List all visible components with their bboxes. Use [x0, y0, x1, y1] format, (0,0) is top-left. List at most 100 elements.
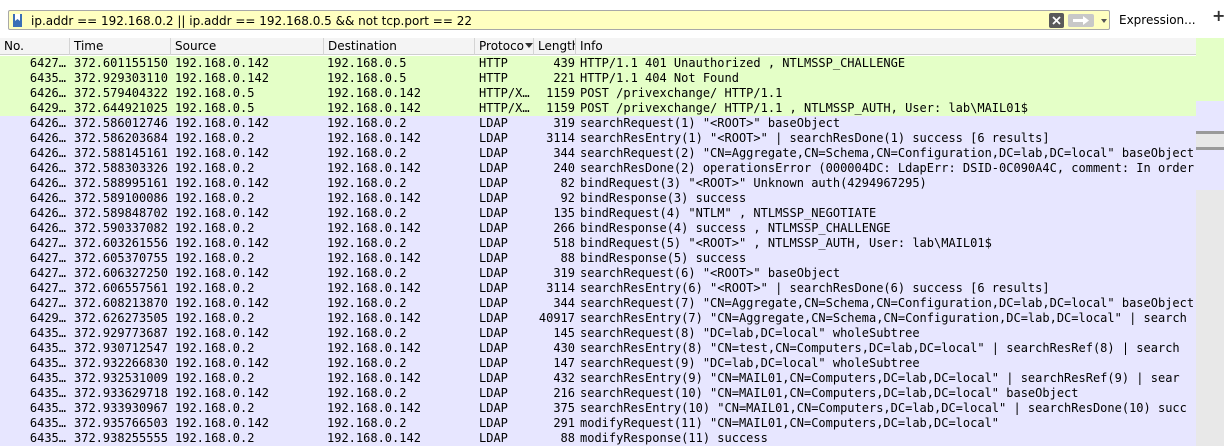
minimap-ldap-band — [1196, 101, 1224, 131]
packet-cell-no: 6435… — [29, 341, 66, 355]
packet-cell-info: searchResEntry(7) "CN=Aggregate,CN=Schem… — [580, 311, 1187, 325]
packet-row[interactable]: 6435… 372.938255555 192.168.0.2 192.168.0.1… — [0, 431, 1196, 446]
packet-cell-len: 1159 — [546, 86, 575, 100]
packet-row[interactable]: 6426… 372.588145161 192.168.0.142 192.168.0… — [0, 146, 1196, 161]
packet-cell-len: 216 — [553, 386, 575, 400]
packet-cell-len: 344 — [553, 296, 575, 310]
column-header-protocol[interactable]: Protoco — [475, 38, 534, 55]
packet-cell-info: bindResponse(4) success , NTLMSSP_CHALLE… — [580, 221, 891, 235]
packet-cell-time: 372.644921025 — [74, 101, 168, 115]
packet-cell-time: 372.605370755 — [74, 251, 168, 265]
expression-button[interactable]: Expression... — [1119, 13, 1196, 27]
packet-cell-time: 372.938255555 — [74, 431, 168, 445]
column-header-destination[interactable]: Destination — [324, 38, 475, 55]
packet-row[interactable]: 6435… 372.933629718 192.168.0.142 192.168.0… — [0, 386, 1196, 401]
packet-cell-src: 192.168.0.142 — [175, 266, 269, 280]
packet-row[interactable]: 6435… 372.929303110 192.168.0.142 192.168.0… — [0, 71, 1196, 86]
packet-cell-info: searchRequest(2) "CN=Aggregate,CN=Schema… — [580, 146, 1194, 160]
packet-cell-src: 192.168.0.142 — [175, 56, 269, 70]
clear-filter-button[interactable] — [1049, 13, 1064, 28]
packet-cell-no: 6427… — [29, 236, 66, 250]
packet-cell-no: 6427… — [29, 266, 66, 280]
packet-cell-len: 439 — [553, 56, 575, 70]
packet-cell-proto: HTTP/X… — [479, 86, 530, 100]
packet-cell-dst: 192.168.0.142 — [327, 101, 421, 115]
packet-row[interactable]: 6427… 372.608213870 192.168.0.142 192.168.0… — [0, 296, 1196, 311]
column-header-length[interactable]: Length — [534, 38, 576, 55]
packet-cell-no: 6429… — [29, 311, 66, 325]
packet-row[interactable]: 6429… 372.626273505 192.168.0.2 192.168.0.1… — [0, 311, 1196, 326]
packet-row[interactable]: 6435… 372.929773687 192.168.0.142 192.168.0… — [0, 326, 1196, 341]
packet-row[interactable]: 6426… 372.586012746 192.168.0.142 192.168.0… — [0, 116, 1196, 131]
packet-row[interactable]: 6427… 372.601155150 192.168.0.142 192.168.0… — [0, 56, 1196, 71]
packet-row[interactable]: 6427… 372.603261556 192.168.0.142 192.168.0… — [0, 236, 1196, 251]
minimap-http-band — [1196, 38, 1224, 101]
column-header-protocol-label: Protoco — [479, 39, 525, 53]
packet-row[interactable]: 6427… 372.606327250 192.168.0.142 192.168.0… — [0, 266, 1196, 281]
packet-list-minimap-scrollbar[interactable] — [1196, 38, 1224, 446]
packet-cell-time: 372.601155150 — [74, 56, 168, 70]
packet-row[interactable]: 6426… 372.589848702 192.168.0.142 192.168.0… — [0, 206, 1196, 221]
packet-cell-src: 192.168.0.142 — [175, 236, 269, 250]
packet-cell-dst: 192.168.0.142 — [327, 251, 421, 265]
packet-cell-no: 6427… — [29, 56, 66, 70]
packet-cell-dst: 192.168.0.2 — [327, 176, 407, 190]
packet-cell-no: 6435… — [29, 356, 66, 370]
packet-cell-len: 375 — [553, 401, 575, 415]
packet-row[interactable]: 6426… 372.579404322 192.168.0.5 192.168.0.1… — [0, 86, 1196, 101]
arrow-right-icon — [1073, 16, 1089, 25]
packet-row[interactable]: 6426… 372.588303326 192.168.0.2 192.168.0.1… — [0, 161, 1196, 176]
packet-cell-time: 372.929773687 — [74, 326, 168, 340]
packet-list: No. Time Source Destination Protoco Leng… — [0, 38, 1196, 446]
packet-cell-no: 6426… — [29, 146, 66, 160]
packet-cell-info: HTTP/1.1 401 Unauthorized , NTLMSSP_CHAL… — [580, 56, 906, 70]
packet-cell-info: bindRequest(5) "<ROOT>" , NTLMSSP_AUTH, … — [580, 236, 992, 250]
packet-row[interactable]: 6426… 372.589100086 192.168.0.2 192.168.0.1… — [0, 191, 1196, 206]
packet-row[interactable]: 6427… 372.605370755 192.168.0.2 192.168.0.1… — [0, 251, 1196, 266]
packet-cell-src: 192.168.0.142 — [175, 146, 269, 160]
packet-row[interactable]: 6435… 372.932266830 192.168.0.142 192.168.0… — [0, 356, 1196, 371]
packet-cell-dst: 192.168.0.2 — [327, 266, 407, 280]
packet-cell-src: 192.168.0.2 — [175, 401, 255, 415]
packet-cell-dst: 192.168.0.2 — [327, 296, 407, 310]
packet-cell-info: searchRequest(9) "DC=lab,DC=local" whole… — [580, 356, 920, 370]
packet-cell-proto: LDAP — [479, 296, 508, 310]
packet-list-header: No. Time Source Destination Protoco Leng… — [0, 38, 1196, 55]
packet-cell-dst: 192.168.0.142 — [327, 191, 421, 205]
packet-row[interactable]: 6429… 372.644921025 192.168.0.5 192.168.0.1… — [0, 101, 1196, 116]
packet-cell-proto: LDAP — [479, 326, 508, 340]
packet-row[interactable]: 6426… 372.588995161 192.168.0.142 192.168.0… — [0, 176, 1196, 191]
bookmark-icon[interactable] — [12, 14, 23, 27]
packet-row[interactable]: 6435… 372.932531009 192.168.0.2 192.168.0.1… — [0, 371, 1196, 386]
apply-filter-button[interactable] — [1068, 14, 1094, 27]
packet-row[interactable]: 6435… 372.933930967 192.168.0.2 192.168.0.1… — [0, 401, 1196, 416]
display-filter-input[interactable] — [31, 13, 1041, 29]
column-header-time[interactable]: Time — [70, 38, 171, 55]
packet-cell-time: 372.589848702 — [74, 206, 168, 220]
packet-cell-src: 192.168.0.142 — [175, 386, 269, 400]
packet-cell-src: 192.168.0.2 — [175, 161, 255, 175]
packet-cell-len: 266 — [553, 221, 575, 235]
packet-row[interactable]: 6426… 372.590337082 192.168.0.2 192.168.0.1… — [0, 221, 1196, 236]
column-header-no[interactable]: No. — [0, 38, 70, 55]
packet-cell-src: 192.168.0.142 — [175, 71, 269, 85]
display-filter-field[interactable] — [8, 10, 1110, 30]
packet-cell-time: 372.930712547 — [74, 341, 168, 355]
packet-row[interactable]: 6435… 372.930712547 192.168.0.2 192.168.0.1… — [0, 341, 1196, 356]
packet-row[interactable]: 6435… 372.935766503 192.168.0.142 192.168.0… — [0, 416, 1196, 431]
packet-row[interactable]: 6427… 372.606557561 192.168.0.2 192.168.0.1… — [0, 281, 1196, 296]
column-header-source[interactable]: Source — [171, 38, 324, 55]
filter-history-dropdown[interactable] — [1098, 13, 1110, 28]
packet-cell-info: bindResponse(5) success — [580, 251, 747, 265]
add-filter-button-icon[interactable]: + — [1212, 8, 1224, 24]
column-header-info[interactable]: Info — [576, 38, 1196, 55]
packet-cell-dst: 192.168.0.2 — [327, 326, 407, 340]
packet-cell-time: 372.586203684 — [74, 131, 168, 145]
packet-cell-dst: 192.168.0.142 — [327, 341, 421, 355]
packet-cell-no: 6426… — [29, 86, 66, 100]
packet-cell-src: 192.168.0.2 — [175, 251, 255, 265]
packet-cell-time: 372.932266830 — [74, 356, 168, 370]
packet-cell-proto: LDAP — [479, 311, 508, 325]
packet-row[interactable]: 6426… 372.586203684 192.168.0.2 192.168.0.1… — [0, 131, 1196, 146]
packet-cell-len: 221 — [553, 71, 575, 85]
